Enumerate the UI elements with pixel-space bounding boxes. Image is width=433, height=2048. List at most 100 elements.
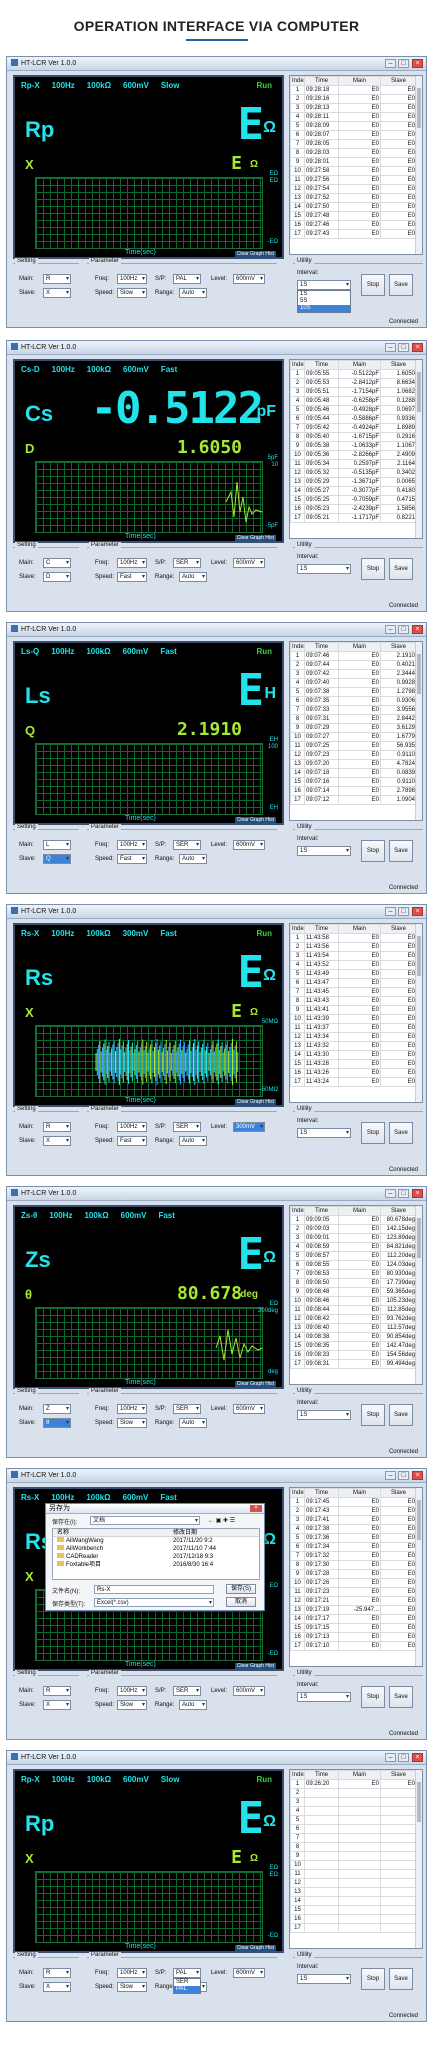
- table-row[interactable]: 9 09:28:01 E0 E0: [290, 157, 417, 167]
- clear-graph-button[interactable]: Clear Graph Hist: [234, 817, 276, 823]
- main-select[interactable]: R: [43, 1686, 71, 1696]
- interval-select[interactable]: 1S: [297, 1692, 351, 1702]
- table-row[interactable]: 3 09:17:41 E0 E0: [290, 1515, 417, 1525]
- table-row[interactable]: 6 09:28:07 E0 E0: [290, 130, 417, 140]
- stop-button[interactable]: Stop: [361, 1968, 385, 1990]
- scrollbar-thumb[interactable]: [417, 1218, 421, 1258]
- table-row[interactable]: 6 11:43:47 E0 E0: [290, 978, 417, 988]
- table-row[interactable]: 9 09:08:48 E0 59.365deg: [290, 1287, 417, 1297]
- table-row[interactable]: 5 09:17:36 E0 E0: [290, 1533, 417, 1543]
- stop-button[interactable]: Stop: [361, 1122, 385, 1144]
- filename-input[interactable]: Rs-X: [94, 1585, 214, 1594]
- table-row[interactable]: 17 09:05:21 -1.1717pF 0.8221: [290, 513, 417, 523]
- speed-select[interactable]: Slow: [117, 1700, 147, 1710]
- table-row[interactable]: 2 09:07:44 E0 0.4021: [290, 660, 417, 670]
- column-header-main[interactable]: Main: [338, 1488, 381, 1498]
- table-row[interactable]: 12: [290, 1878, 417, 1888]
- table-row[interactable]: 7 09:17:32 E0 E0: [290, 1551, 417, 1561]
- range-select[interactable]: Auto: [179, 854, 207, 864]
- column-header-main[interactable]: Main: [338, 76, 381, 86]
- sp-option[interactable]: PAL: [174, 1986, 200, 1993]
- slave-select[interactable]: Q: [43, 854, 71, 864]
- table-row[interactable]: 7 09:28:05 E0 E0: [290, 139, 417, 149]
- maximize-button[interactable]: □: [398, 1753, 409, 1762]
- freq-select[interactable]: 100Hz: [117, 1968, 147, 1978]
- save-button[interactable]: Save: [389, 1122, 413, 1144]
- slave-select[interactable]: θ: [43, 1418, 71, 1428]
- speed-select[interactable]: Slow: [117, 1418, 147, 1428]
- table-row[interactable]: 10: [290, 1860, 417, 1870]
- table-row[interactable]: 13 09:07:20 E0 4.7824: [290, 759, 417, 769]
- column-header-time[interactable]: Time: [304, 642, 339, 652]
- sp-select[interactable]: PAL: [173, 1968, 201, 1978]
- interval-option[interactable]: 5S: [298, 298, 350, 305]
- table-row[interactable]: 15 11:43:28 E0 E0: [290, 1059, 417, 1069]
- clear-graph-button[interactable]: Clear Graph Hist: [234, 1099, 276, 1105]
- level-select[interactable]: 600mV: [233, 1686, 265, 1696]
- save-in-select[interactable]: 文档: [90, 1516, 200, 1525]
- column-header-index[interactable]: Index: [290, 1770, 305, 1780]
- stop-button[interactable]: Stop: [361, 840, 385, 862]
- scrollbar-thumb[interactable]: [417, 1500, 421, 1540]
- clear-graph-button[interactable]: Clear Graph Hist: [234, 251, 276, 257]
- table-scrollbar[interactable]: [415, 1206, 422, 1384]
- column-header-slave[interactable]: Slave: [380, 1770, 417, 1780]
- table-row[interactable]: 16 09:17:13 E0 E0: [290, 1632, 417, 1642]
- table-row[interactable]: 5 09:07:38 E0 1.2798: [290, 687, 417, 697]
- column-header-time[interactable]: Time: [304, 1488, 339, 1498]
- dialog-save-button[interactable]: 保存(S): [226, 1584, 256, 1594]
- table-row[interactable]: 15 09:07:16 E0 0.9110: [290, 777, 417, 787]
- main-select[interactable]: R: [43, 1122, 71, 1132]
- column-header-index[interactable]: Index: [290, 1488, 305, 1498]
- interval-option[interactable]: 10S: [298, 305, 350, 312]
- table-row[interactable]: 7 09:08:53 E0 80.930deg: [290, 1269, 417, 1279]
- table-row[interactable]: 11 09:17:23 E0 E0: [290, 1587, 417, 1597]
- table-row[interactable]: 5 09:28:09 E0 E0: [290, 121, 417, 131]
- table-row[interactable]: 11: [290, 1869, 417, 1879]
- table-row[interactable]: 4 09:05:48 -0.6258pF 0.1288: [290, 396, 417, 406]
- interval-option[interactable]: 1S: [298, 291, 350, 298]
- table-row[interactable]: 17 09:27:43 E0 E0: [290, 229, 417, 239]
- table-row[interactable]: 16 09:27:46 E0 E0: [290, 220, 417, 230]
- sp-select[interactable]: SER: [173, 1404, 201, 1414]
- freq-select[interactable]: 100Hz: [117, 840, 147, 850]
- column-header-slave[interactable]: Slave: [380, 924, 417, 934]
- dialog-cancel-button[interactable]: 取消: [226, 1597, 256, 1607]
- freq-select[interactable]: 100Hz: [117, 1122, 147, 1132]
- save-button[interactable]: Save: [389, 1686, 413, 1708]
- table-row[interactable]: 9 11:43:41 E0 E0: [290, 1005, 417, 1015]
- table-row[interactable]: 3 09:05:51 -1.7154pF 1.0682: [290, 387, 417, 397]
- column-header-main[interactable]: Main: [338, 1770, 381, 1780]
- table-row[interactable]: 4 11:43:52 E0 E0: [290, 960, 417, 970]
- table-row[interactable]: 11 11:43:37 E0 E0: [290, 1023, 417, 1033]
- stop-button[interactable]: Stop: [361, 1404, 385, 1426]
- freq-select[interactable]: 100Hz: [117, 1686, 147, 1696]
- sp-select[interactable]: SER: [173, 840, 201, 850]
- stop-button[interactable]: Stop: [361, 558, 385, 580]
- interval-select[interactable]: 1S: [297, 846, 351, 856]
- level-select[interactable]: 600mV: [233, 840, 265, 850]
- table-row[interactable]: 10 09:08:46 E0 105.23deg: [290, 1296, 417, 1306]
- table-row[interactable]: 1 09:17:45 E0 E0: [290, 1497, 417, 1507]
- table-row[interactable]: 16: [290, 1914, 417, 1924]
- column-header-slave[interactable]: Slave: [380, 1206, 417, 1216]
- table-row[interactable]: 10 09:05:36 -2.8266pF 2.4909: [290, 450, 417, 460]
- table-row[interactable]: 12 09:08:42 E0 93.762deg: [290, 1314, 417, 1324]
- freq-select[interactable]: 100Hz: [117, 558, 147, 568]
- speed-select[interactable]: Slow: [117, 288, 147, 298]
- sp-dropdown-list[interactable]: SER PAL: [173, 1978, 201, 1994]
- table-row[interactable]: 9 09:17:28 E0 E0: [290, 1569, 417, 1579]
- table-row[interactable]: 4 09:17:38 E0 E0: [290, 1524, 417, 1534]
- slave-select[interactable]: X: [43, 1700, 71, 1710]
- table-row[interactable]: 12 09:07:23 E0 0.9110: [290, 750, 417, 760]
- column-header-time[interactable]: Time: [304, 924, 339, 934]
- table-row[interactable]: 15: [290, 1905, 417, 1915]
- save-button[interactable]: Save: [389, 274, 413, 296]
- table-row[interactable]: 12 11:43:34 E0 E0: [290, 1032, 417, 1042]
- column-header-main[interactable]: Main: [338, 360, 381, 370]
- scrollbar-thumb[interactable]: [417, 372, 421, 412]
- column-header-index[interactable]: Index: [290, 642, 305, 652]
- save-button[interactable]: Save: [389, 558, 413, 580]
- table-row[interactable]: 6 09:05:44 -0.5886pF 0.9336: [290, 414, 417, 424]
- main-select[interactable]: R: [43, 1968, 71, 1978]
